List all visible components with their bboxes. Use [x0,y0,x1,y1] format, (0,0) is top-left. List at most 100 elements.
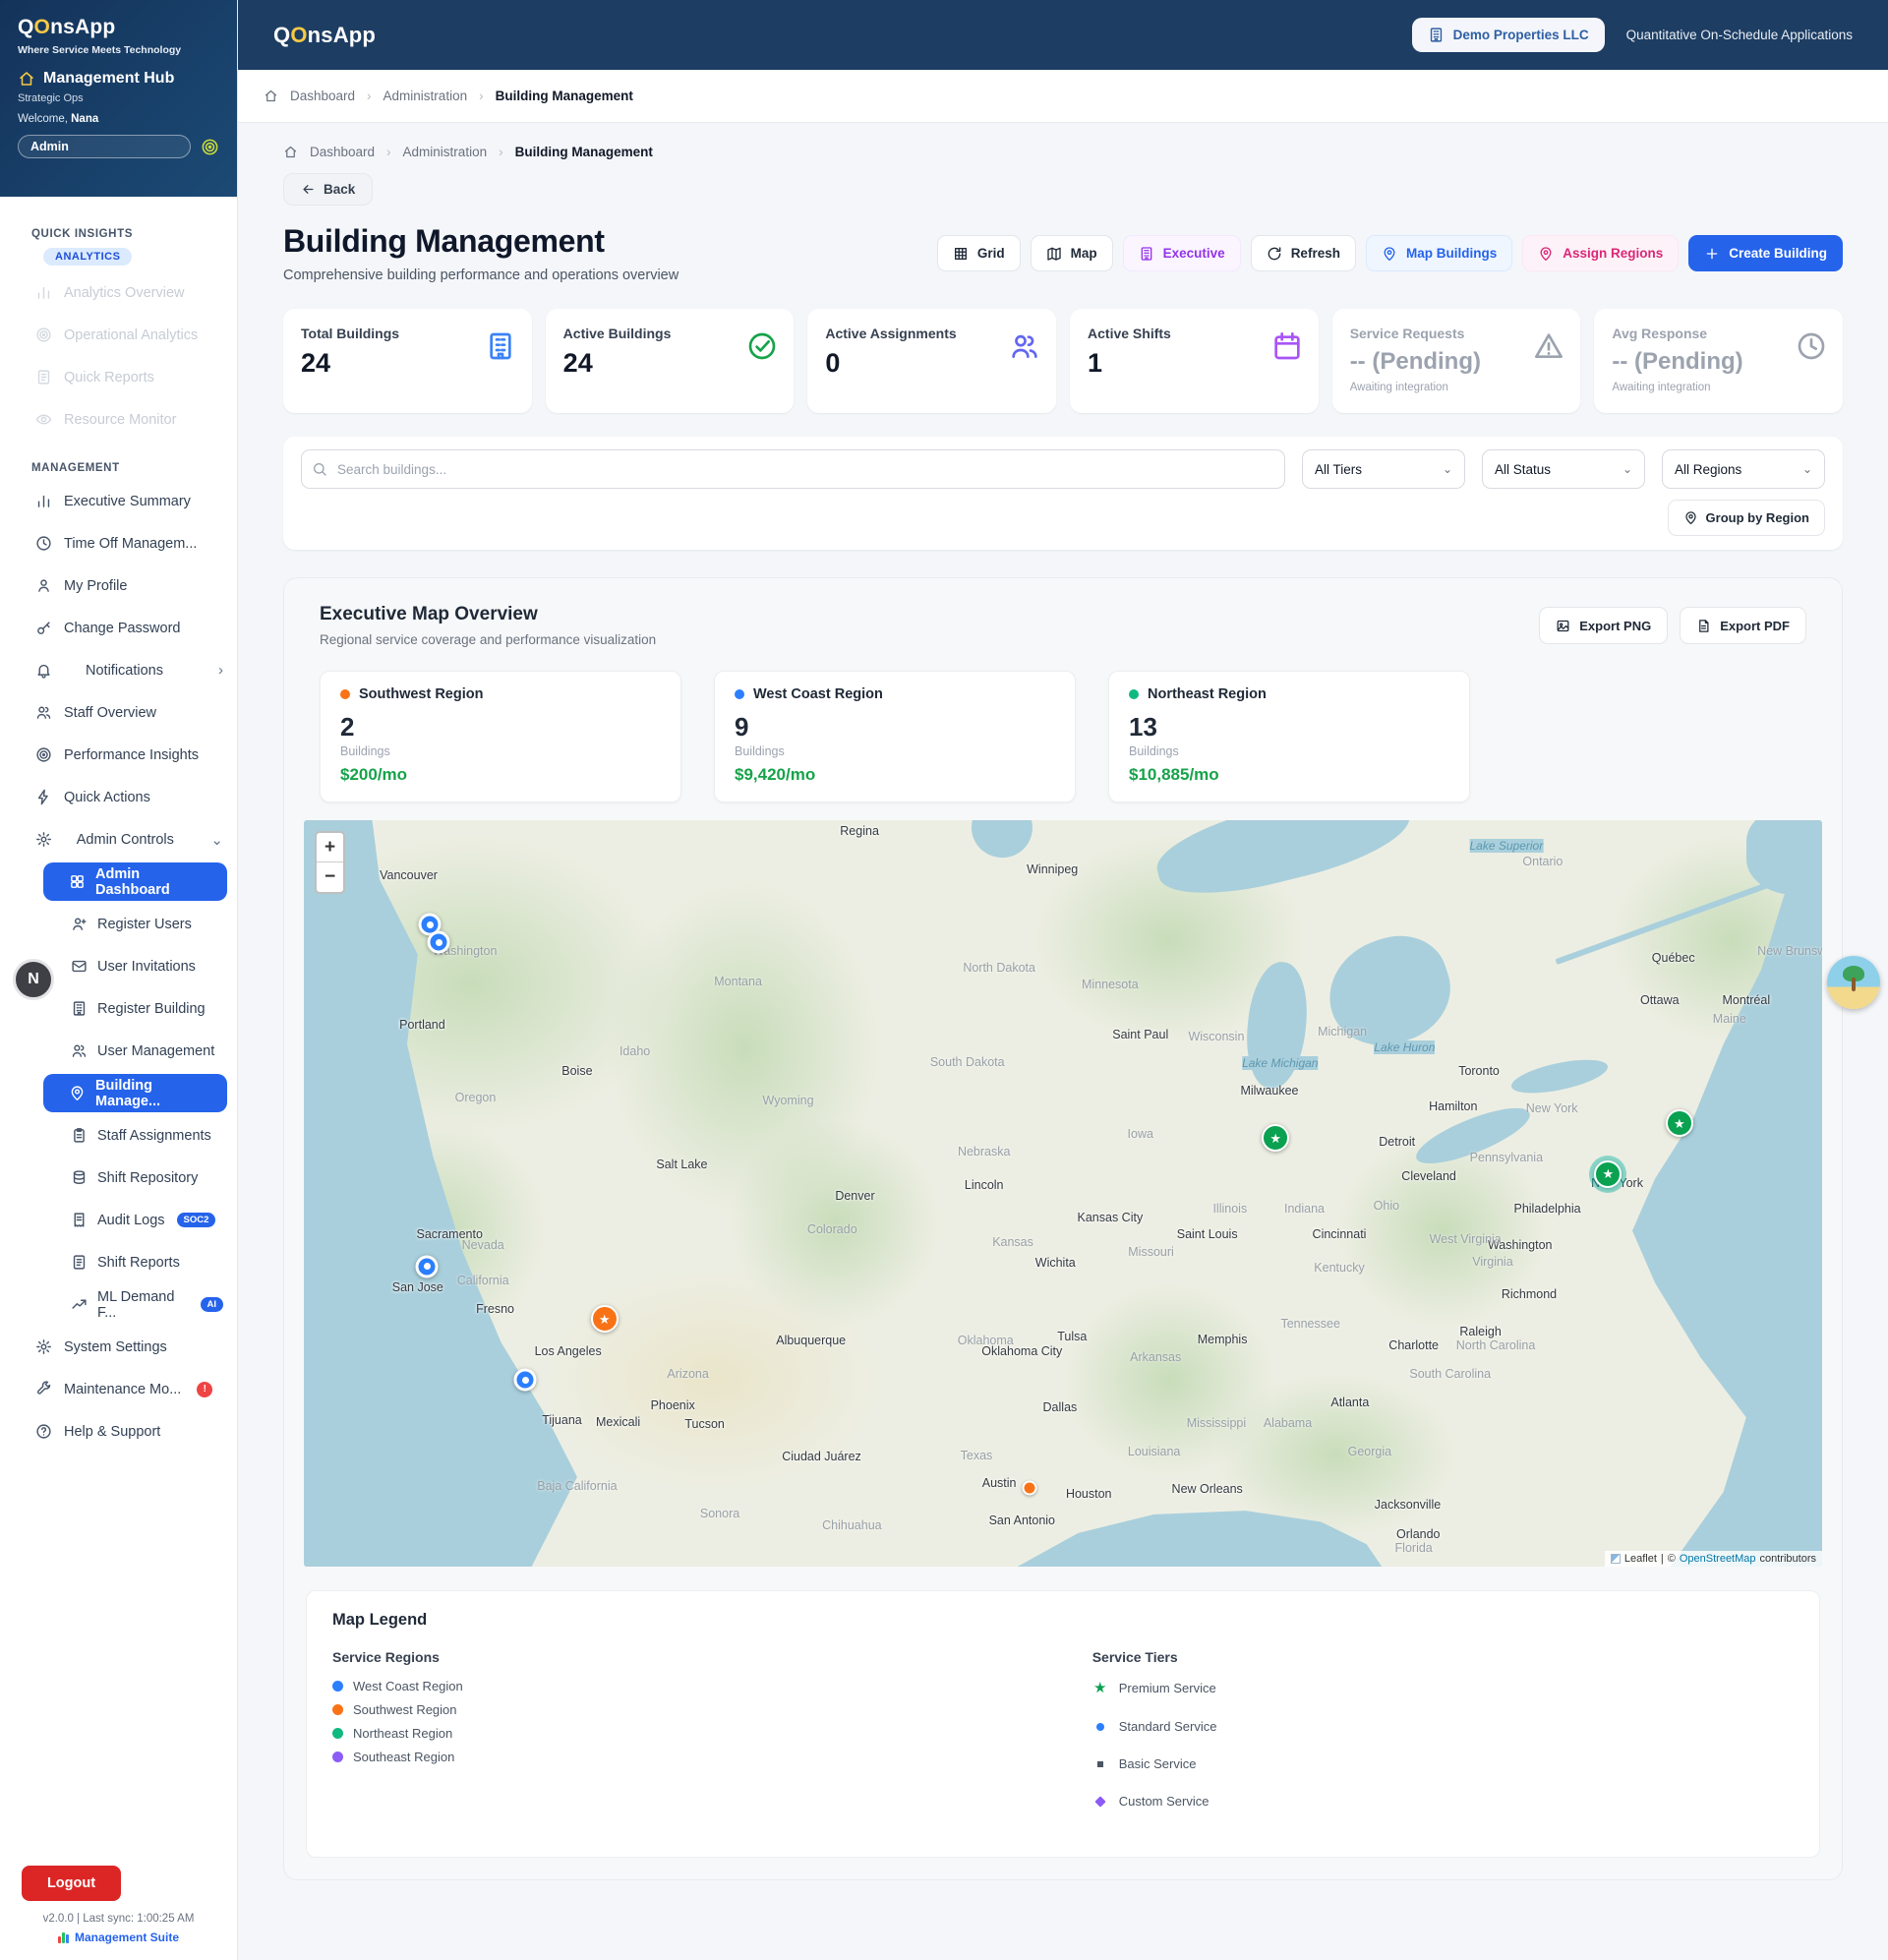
chevron-right-icon: › [499,145,503,159]
sidebar-item[interactable]: Staff Overview [0,691,237,734]
toolbar-button[interactable]: Create Building [1688,235,1843,271]
toolbar-button[interactable]: Grid [937,235,1021,271]
sidebar-header: QOnsApp Where Service Meets Technology M… [0,0,237,197]
zoom-in-button[interactable]: + [317,833,343,862]
export-pdf-button[interactable]: Export PDF [1680,607,1806,644]
tier-symbol-icon [1092,1798,1108,1806]
check-icon [746,330,778,362]
sidebar-subitem[interactable]: ML Demand F... AI [0,1283,237,1326]
marker-standard-seattle-2[interactable] [428,931,450,954]
back-button[interactable]: Back [283,173,373,206]
legend-region-row: Northeast Region [332,1726,1092,1741]
sidebar-item[interactable]: Change Password [0,607,237,649]
bars-icon [35,284,52,301]
sidebar-item[interactable]: Executive Summary [0,480,237,522]
sidebar-subitem[interactable]: Shift Repository [0,1157,237,1199]
item-badge: ! [197,1382,212,1397]
openstreetmap-link[interactable]: OpenStreetMap [1680,1553,1756,1565]
breadcrumb-administration[interactable]: Administration [403,145,488,159]
management-suite-link[interactable]: Management Suite [0,1930,237,1944]
wrench-icon [35,1381,52,1397]
sidebar-subitem[interactable]: Staff Assignments [0,1114,237,1157]
hub-title: Management Hub [43,70,174,88]
sidebar-subitem[interactable]: Admin Dashboard [43,862,227,901]
marker-standard-losangeles[interactable] [514,1369,537,1392]
chevron-right-icon: › [386,145,391,159]
sidebar-item[interactable]: Admin Controls ⌄ [0,818,237,861]
header-logo: QOnsApp [273,23,376,48]
stat-card: Active Shifts 1 [1070,309,1319,413]
map-zoom-control: + − [315,831,345,894]
export-png-button[interactable]: Export PNG [1539,607,1668,644]
chevron-down-icon: ⌄ [1802,462,1812,476]
region-color-dot [1129,689,1139,699]
sidebar-item[interactable]: Help & Support [0,1410,237,1453]
mail-icon [71,958,88,975]
sidebar-subitem[interactable]: Audit Logs SOC2 [0,1199,237,1241]
logout-button[interactable]: Logout [22,1866,121,1901]
sidebar-subitem[interactable]: Shift Reports [0,1241,237,1283]
avatar[interactable]: N [13,959,54,1000]
page-content: Dashboard › Administration › Building Ma… [238,123,1888,1960]
search-input[interactable] [301,449,1285,489]
breadcrumb-dashboard[interactable]: Dashboard [310,145,375,159]
toolbar-button[interactable]: Assign Regions [1522,235,1679,271]
group-by-region-button[interactable]: Group by Region [1668,500,1825,536]
file-icon [1696,619,1711,633]
filter-dropdown[interactable]: All Tiers ⌄ [1302,449,1465,489]
people-icon [1009,330,1040,362]
filter-card: All Tiers ⌄ All Status ⌄ All Regions ⌄ [283,437,1843,550]
sidebar-item[interactable]: Quick Actions [0,776,237,818]
stats-row: Total Buildings 24 Active Buildings 24 [283,309,1843,413]
toolbar-button[interactable]: Executive [1123,235,1241,271]
clock-icon [35,535,52,552]
marker-premium-newyork[interactable] [1594,1160,1622,1188]
marker-standard-sanjose[interactable] [416,1255,439,1277]
person-icon [35,577,52,594]
map-section-title: Executive Map Overview [320,604,656,625]
sidebar-subitem[interactable]: User Management [0,1030,237,1072]
toolbar-button[interactable]: Map [1031,235,1113,271]
receipt-icon [71,1212,88,1228]
palm-island-widget-button[interactable] [1827,956,1880,1009]
sidebar-item[interactable]: Maintenance Mo... ! [0,1368,237,1410]
hub-subtitle: Strategic Ops [18,92,219,104]
doc-icon [35,369,52,386]
building-management-page: QOnsApp Where Service Meets Technology M… [0,0,1888,1960]
filter-dropdown[interactable]: All Regions ⌄ [1662,449,1825,489]
marker-premium-chicago[interactable] [1262,1124,1289,1152]
breadcrumb-dashboard[interactable]: Dashboard [290,89,355,103]
leaflet-link[interactable]: Leaflet [1624,1553,1657,1565]
sidebar-item[interactable]: Performance Insights [0,734,237,776]
legend-tiers-title: Service Tiers [1092,1649,1217,1665]
tier-symbol-icon [1092,1761,1108,1767]
leaflet-map[interactable]: Vancouver Regina Winnipeg Québec Montréa… [304,820,1822,1567]
eye-icon [35,411,52,428]
refresh-icon [1267,246,1282,262]
sidebar-subitem[interactable]: Building Manage... [43,1074,227,1112]
marker-premium-maine[interactable] [1666,1109,1693,1137]
marker-premium-lasvegas[interactable] [591,1305,619,1333]
sidebar-item[interactable]: Notifications › [0,649,237,691]
toolbar-button[interactable]: Map Buildings [1366,235,1512,271]
region-card: Northeast Region 13 Buildings $10,885/mo [1108,671,1470,802]
region-color-dot [332,1728,343,1739]
sidebar-nav: QUICK INSIGHTS ANALYTICS Analytics Overv… [0,197,237,1453]
target-icon [35,327,52,343]
filter-dropdown[interactable]: All Status ⌄ [1482,449,1645,489]
sidebar-item[interactable]: My Profile [0,564,237,607]
breadcrumb-current: Building Management [515,145,653,159]
sidebar-item[interactable]: System Settings [0,1326,237,1368]
toolbar-button[interactable]: Refresh [1251,235,1356,271]
org-selector-button[interactable]: Demo Properties LLC [1412,18,1605,52]
item-badge: AI [201,1297,224,1312]
sidebar-item[interactable]: Time Off Managem... [0,522,237,564]
people-icon [71,1042,88,1059]
breadcrumb-administration[interactable]: Administration [384,89,468,103]
marker-southwest-houston[interactable] [1023,1481,1037,1496]
legend-region-row: Southwest Region [332,1702,1092,1717]
breadcrumb: Dashboard › Administration › Building Ma… [264,89,633,103]
zoom-out-button[interactable]: − [317,862,343,892]
welcome-text: Welcome, Nana [18,113,219,125]
sidebar-subitem[interactable]: Register Users [0,903,237,945]
